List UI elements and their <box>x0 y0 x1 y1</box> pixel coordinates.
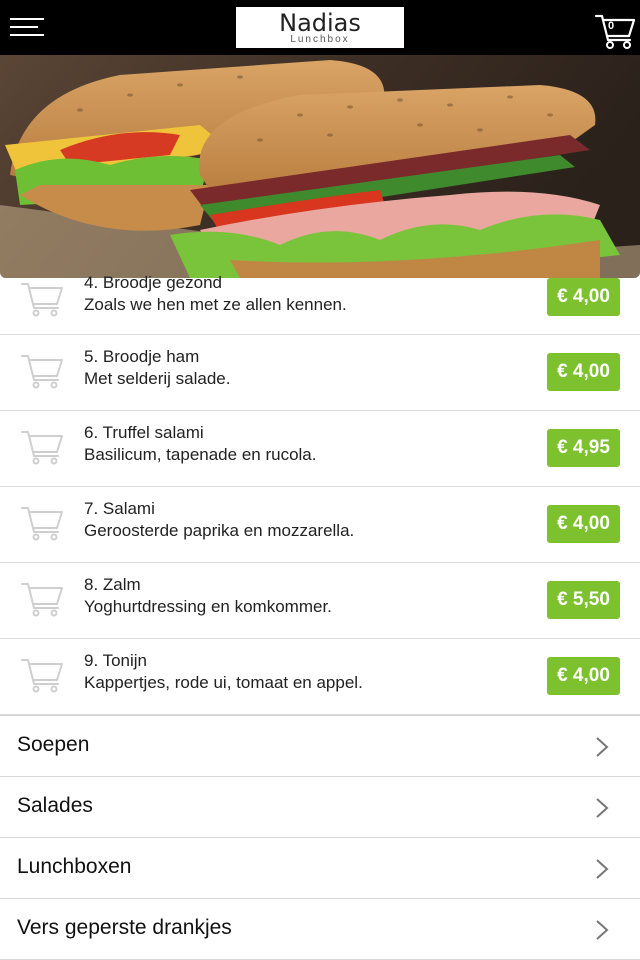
hamburger-menu-icon[interactable] <box>10 14 46 40</box>
product-title: 5. Broodje ham <box>84 347 200 366</box>
product-title: 6. Truffel salami <box>84 423 204 442</box>
product-description: Geroosterde paprika en mozzarella. <box>84 521 355 540</box>
chevron-right-icon <box>596 737 609 757</box>
price-button[interactable]: € 4,00 <box>547 657 620 695</box>
price-button[interactable]: € 4,00 <box>547 278 620 316</box>
chevron-right-icon <box>596 859 609 879</box>
category-vers-geperste-drankjes[interactable]: Vers geperste drankjes <box>0 899 640 960</box>
category-label: Vers geperste drankjes <box>17 916 232 939</box>
product-title: 9. Tonijn <box>84 651 148 670</box>
product-list: 4. Broodje gezond Zoals we hen met ze al… <box>0 273 640 715</box>
product-item[interactable]: 5. Broodje ham Met selderij salade. € 4,… <box>0 335 640 411</box>
category-soepen[interactable]: Soepen <box>0 716 640 777</box>
shopping-cart-button[interactable]: 0 <box>594 10 636 50</box>
product-title: 8. Zalm <box>84 575 141 594</box>
category-lunchboxen[interactable]: Lunchboxen <box>0 838 640 899</box>
price-button[interactable]: € 5,50 <box>547 581 620 619</box>
product-description: Basilicum, tapenade en rucola. <box>84 445 317 464</box>
price-button[interactable]: € 4,00 <box>547 505 620 543</box>
price-button[interactable]: € 4,95 <box>547 429 620 467</box>
chevron-right-icon <box>596 798 609 818</box>
add-to-cart-icon[interactable] <box>20 578 64 618</box>
brand-name: Nadias <box>279 9 361 37</box>
product-description: Yoghurtdressing en komkommer. <box>84 597 332 616</box>
add-to-cart-icon[interactable] <box>20 278 64 318</box>
product-item[interactable]: 6. Truffel salami Basilicum, tapenade en… <box>0 411 640 487</box>
price-button[interactable]: € 4,00 <box>547 353 620 391</box>
product-title: 4. Broodje gezond <box>84 273 222 292</box>
product-description: Zoals we hen met ze allen kennen. <box>84 295 347 314</box>
product-item[interactable]: 4. Broodje gezond Zoals we hen met ze al… <box>0 273 640 335</box>
top-bar: Nadias Lunchbox 0 <box>0 0 640 55</box>
add-to-cart-icon[interactable] <box>20 426 64 466</box>
product-item[interactable]: 9. Tonijn Kappertjes, rode ui, tomaat en… <box>0 639 640 715</box>
category-label: Soepen <box>17 733 90 756</box>
add-to-cart-icon[interactable] <box>20 654 64 694</box>
hero-sandwich-image <box>0 55 640 278</box>
product-description: Met selderij salade. <box>84 369 231 388</box>
category-label: Lunchboxen <box>17 855 132 878</box>
add-to-cart-icon[interactable] <box>20 350 64 390</box>
category-label: Salades <box>17 794 93 817</box>
product-item[interactable]: 8. Zalm Yoghurtdressing en komkommer. € … <box>0 563 640 639</box>
add-to-cart-icon[interactable] <box>20 502 64 542</box>
product-description: Kappertjes, rode ui, tomaat en appel. <box>84 673 363 692</box>
product-title: 7. Salami <box>84 499 155 518</box>
cart-count-badge: 0 <box>607 20 615 32</box>
product-item[interactable]: 7. Salami Geroosterde paprika en mozzare… <box>0 487 640 563</box>
brand-subtitle: Lunchbox <box>290 34 350 45</box>
category-salades[interactable]: Salades <box>0 777 640 838</box>
brand-logo[interactable]: Nadias Lunchbox <box>236 7 404 48</box>
chevron-right-icon <box>596 920 609 940</box>
category-list: Soepen Salades Lunchboxen Vers geperste … <box>0 715 640 960</box>
